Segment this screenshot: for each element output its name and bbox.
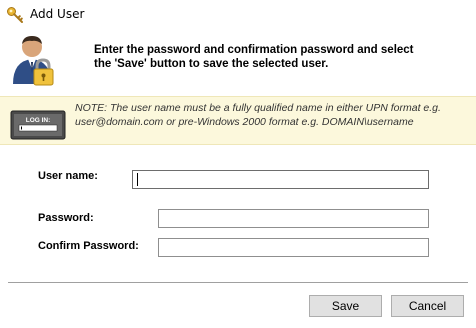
username-field[interactable] [132, 170, 429, 189]
header-line-2: the 'Save' button to save the selected u… [94, 58, 329, 70]
window-title: Add User [30, 7, 85, 21]
title-bar: Add User [0, 0, 476, 30]
note-line-1: NOTE: The user name must be a fully qual… [75, 102, 441, 114]
note-line-2: user@domain.com or pre-Windows 2000 form… [75, 116, 414, 128]
save-button[interactable]: Save [309, 295, 382, 317]
divider [8, 282, 468, 283]
password-field[interactable] [158, 209, 429, 228]
header-instructions: Enter the password and confirmation pass… [94, 43, 454, 71]
login-screen-icon: LOG IN: [10, 110, 66, 140]
key-icon [7, 7, 23, 23]
confirm-password-field[interactable] [158, 238, 429, 257]
note-text: NOTE: The user name must be a fully qual… [75, 101, 471, 129]
header-line-1: Enter the password and confirmation pass… [94, 44, 414, 56]
username-label: User name: [38, 170, 98, 182]
password-label: Password: [38, 212, 94, 224]
login-icon-text: LOG IN: [26, 117, 51, 124]
text-caret [137, 173, 138, 186]
confirm-password-label: Confirm Password: [38, 240, 139, 252]
user-lock-icon [13, 36, 54, 86]
cancel-button[interactable]: Cancel [391, 295, 464, 317]
